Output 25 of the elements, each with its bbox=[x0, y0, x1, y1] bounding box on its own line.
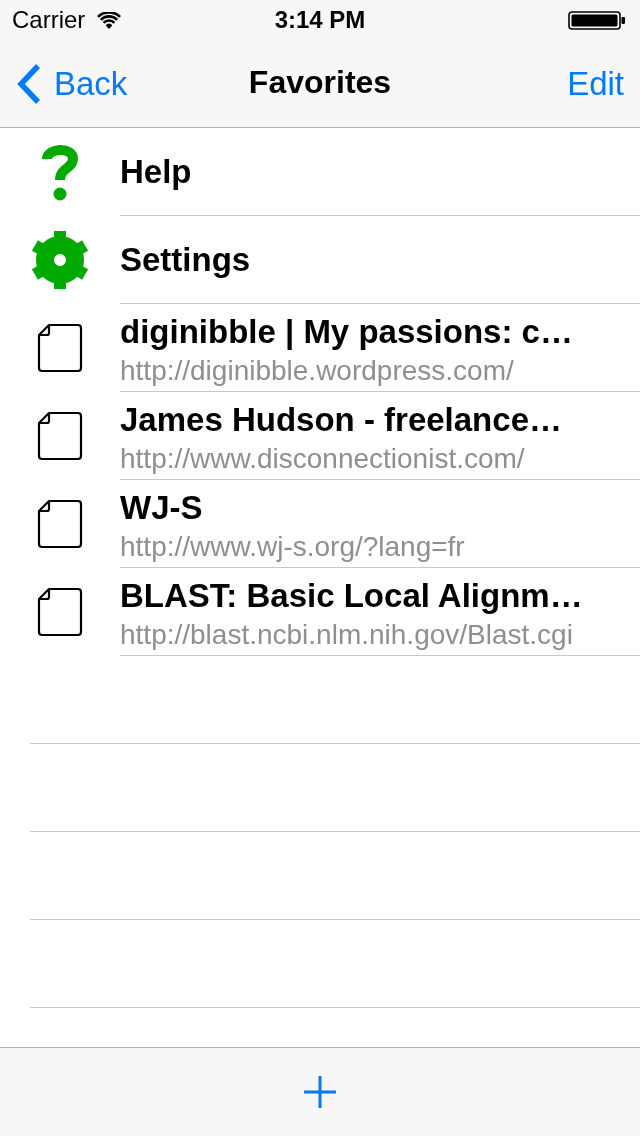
battery-icon bbox=[568, 10, 626, 30]
chevron-left-icon bbox=[16, 63, 42, 104]
gear-icon bbox=[30, 230, 90, 290]
favorite-url: http://blast.ncbi.nlm.nih.gov/Blast.cgi bbox=[120, 617, 573, 652]
edit-button[interactable]: Edit bbox=[567, 63, 624, 104]
favorite-title[interactable]: WJ-S bbox=[120, 487, 203, 528]
favorite-url: http://www.disconnectionist.com/ bbox=[120, 441, 525, 476]
plus-icon[interactable] bbox=[304, 1076, 336, 1108]
favorite-title[interactable]: Help bbox=[120, 151, 192, 192]
favorite-title[interactable]: Settings bbox=[120, 239, 251, 280]
wifi-icon bbox=[97, 11, 122, 29]
document-icon bbox=[37, 411, 83, 461]
favorite-url: http://diginibble.wordpress.com/ bbox=[120, 353, 514, 388]
document-icon bbox=[37, 587, 83, 637]
clock-time: 3:14 PM bbox=[274, 6, 366, 34]
question-mark-icon bbox=[42, 143, 78, 201]
navigation-title: Favorites bbox=[248, 64, 392, 102]
favorite-title[interactable]: James Hudson - freelance… bbox=[120, 399, 562, 440]
favorite-title[interactable]: BLAST: Basic Local Alignm… bbox=[120, 575, 583, 616]
favorite-title[interactable]: diginibble | My passions: c… bbox=[120, 311, 573, 352]
back-button[interactable]: Back bbox=[16, 63, 128, 104]
document-icon bbox=[37, 323, 83, 373]
document-icon bbox=[37, 499, 83, 549]
carrier-name: Carrier bbox=[12, 6, 86, 34]
favorite-url: http://www.wj-s.org/?lang=fr bbox=[120, 529, 465, 564]
